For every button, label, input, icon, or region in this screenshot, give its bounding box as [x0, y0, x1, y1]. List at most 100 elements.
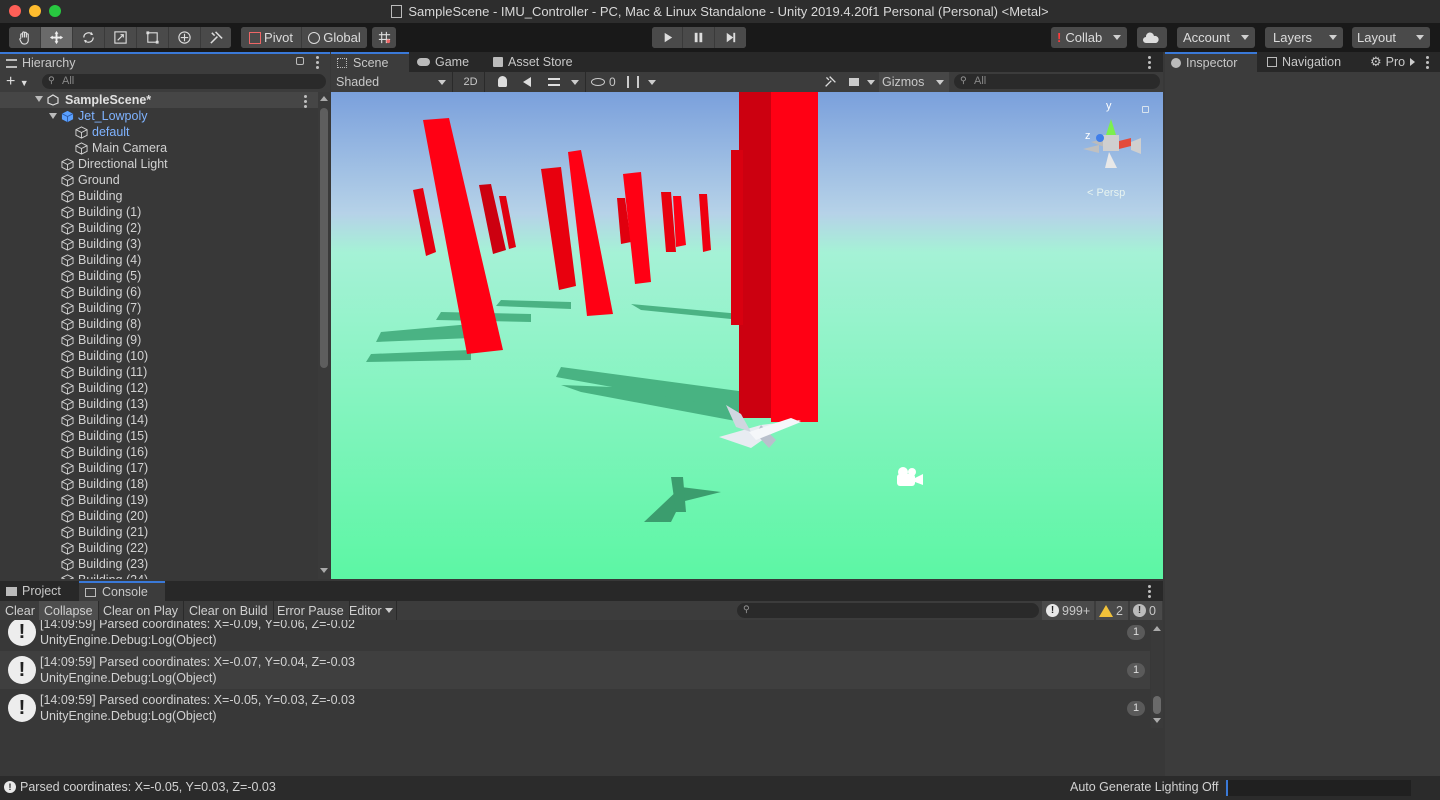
hierarchy-item[interactable]: Building (14): [61, 412, 148, 428]
collapse-toggle[interactable]: Collapse: [39, 601, 99, 620]
scroll-down-icon[interactable]: [1153, 718, 1161, 723]
inspector-menu-icon[interactable]: [1426, 56, 1429, 71]
chevron-right-icon[interactable]: [1410, 58, 1415, 66]
custom-tool-button[interactable]: [201, 27, 231, 48]
account-dropdown[interactable]: Account: [1177, 27, 1255, 48]
maximize-window-button[interactable]: [49, 5, 61, 17]
move-tool-button[interactable]: [41, 27, 73, 48]
scale-tool-button[interactable]: [105, 27, 137, 48]
scene-header-row[interactable]: SampleScene*: [0, 92, 318, 108]
pivot-toggle[interactable]: Pivot: [241, 27, 302, 48]
hierarchy-item[interactable]: Building (18): [61, 476, 148, 492]
console-scrollbar[interactable]: [1151, 620, 1163, 728]
collab-dropdown[interactable]: ! Collab: [1051, 27, 1127, 48]
tab-asset-store[interactable]: Asset Store: [487, 52, 587, 72]
console-menu-icon[interactable]: [1148, 585, 1151, 600]
transform-tool-button[interactable]: [169, 27, 201, 48]
tab-game[interactable]: Game: [411, 52, 491, 72]
play-button[interactable]: [652, 27, 683, 48]
gizmo-lock-icon[interactable]: [1142, 106, 1149, 113]
minimize-window-button[interactable]: [29, 5, 41, 17]
hierarchy-item[interactable]: Building (22): [61, 540, 148, 556]
hierarchy-item[interactable]: Building (16): [61, 444, 148, 460]
hierarchy-item[interactable]: Building (21): [61, 524, 148, 540]
hierarchy-item[interactable]: Building (17): [61, 460, 148, 476]
scroll-up-icon[interactable]: [320, 96, 328, 101]
editor-dropdown[interactable]: Editor: [344, 601, 397, 620]
clear-on-build-toggle[interactable]: Clear on Build: [184, 601, 274, 620]
hierarchy-item[interactable]: Building (7): [61, 300, 141, 316]
scene-menu-icon[interactable]: [1148, 56, 1151, 71]
tab-hierarchy[interactable]: Hierarchy: [0, 52, 330, 72]
close-window-button[interactable]: [9, 5, 21, 17]
grid-toggle[interactable]: [623, 72, 659, 92]
hierarchy-scroll-thumb[interactable]: [320, 108, 328, 368]
hierarchy-item[interactable]: Building (19): [61, 492, 148, 508]
cloud-button[interactable]: [1137, 27, 1167, 48]
tab-inspector[interactable]: Inspector: [1165, 52, 1257, 72]
status-message[interactable]: Parsed coordinates: X=-0.05, Y=0.03, Z=-…: [20, 780, 276, 794]
hierarchy-item[interactable]: Building (23): [61, 556, 148, 572]
hierarchy-item[interactable]: Building (12): [61, 380, 148, 396]
scene-camera-dropdown[interactable]: [845, 72, 879, 92]
hierarchy-item[interactable]: Building (6): [61, 284, 141, 300]
hierarchy-item[interactable]: Building (9): [61, 332, 141, 348]
scene-effects-toggle[interactable]: [543, 72, 581, 92]
error-pause-toggle[interactable]: Error Pause: [272, 601, 350, 620]
clear-button[interactable]: Clear: [0, 601, 41, 620]
hierarchy-item[interactable]: Main Camera: [75, 140, 167, 156]
rotate-tool-button[interactable]: [73, 27, 105, 48]
hierarchy-item[interactable]: default: [75, 124, 130, 140]
hierarchy-item[interactable]: Building (20): [61, 508, 148, 524]
scene-audio-toggle[interactable]: [517, 72, 541, 92]
step-button[interactable]: [715, 27, 746, 48]
hand-tool-button[interactable]: [9, 27, 41, 48]
hierarchy-item[interactable]: Ground: [61, 172, 120, 188]
hierarchy-item[interactable]: Building (13): [61, 396, 148, 412]
hierarchy-scrollbar[interactable]: [318, 92, 330, 579]
pause-button[interactable]: [683, 27, 715, 48]
tab-navigation[interactable]: Navigation: [1261, 52, 1365, 72]
create-button[interactable]: + ▼: [6, 73, 29, 91]
layers-dropdown[interactable]: Layers: [1265, 27, 1343, 48]
info-filter-toggle[interactable]: ! 999+: [1042, 601, 1094, 620]
tab-console[interactable]: Console: [79, 581, 165, 601]
hierarchy-item[interactable]: Jet_Lowpoly: [49, 108, 148, 124]
hierarchy-menu-icon[interactable]: [316, 56, 319, 71]
hierarchy-item[interactable]: Building (5): [61, 268, 141, 284]
shading-mode-dropdown[interactable]: Shaded: [331, 72, 453, 92]
perspective-label[interactable]: < Persp: [1087, 187, 1125, 199]
foldout-arrow-icon[interactable]: [49, 113, 57, 119]
tab-project-settings[interactable]: ⚙ Pro: [1364, 52, 1424, 72]
scene-tools-button[interactable]: [819, 72, 843, 92]
hierarchy-item[interactable]: Directional Light: [61, 156, 168, 172]
scene-menu-icon[interactable]: [304, 95, 307, 110]
hierarchy-item[interactable]: Building: [61, 188, 122, 204]
log-entry[interactable]: ! [14:09:59] Parsed coordinates: X=-0.05…: [0, 689, 1150, 727]
error-filter-toggle[interactable]: ! 0: [1130, 601, 1162, 620]
console-scroll-thumb[interactable]: [1153, 696, 1161, 714]
hierarchy-item[interactable]: Building (2): [61, 220, 141, 236]
scene-search-input[interactable]: ⚲ All: [954, 74, 1160, 89]
hierarchy-item[interactable]: Building (4): [61, 252, 141, 268]
hierarchy-item[interactable]: Building (11): [61, 364, 147, 380]
scroll-down-icon[interactable]: [320, 568, 328, 573]
global-toggle[interactable]: Global: [302, 27, 367, 48]
console-search-input[interactable]: ⚲: [737, 603, 1039, 618]
lock-icon[interactable]: [296, 57, 304, 65]
log-entry[interactable]: ! [14:09:59] Parsed coordinates: X=-0.07…: [0, 651, 1150, 689]
rect-tool-button[interactable]: [137, 27, 169, 48]
hierarchy-item[interactable]: Building (1): [61, 204, 141, 220]
hierarchy-item[interactable]: Building (8): [61, 316, 141, 332]
hierarchy-item[interactable]: Building (15): [61, 428, 148, 444]
clear-on-play-toggle[interactable]: Clear on Play: [98, 601, 185, 620]
tab-scene[interactable]: Scene: [331, 52, 409, 72]
hierarchy-item[interactable]: Building (3): [61, 236, 141, 252]
hierarchy-item[interactable]: Building (10): [61, 348, 148, 364]
scene-viewport[interactable]: y z < Persp: [331, 92, 1163, 579]
gizmos-dropdown[interactable]: Gizmos: [879, 72, 949, 92]
hierarchy-item[interactable]: Building (24): [61, 572, 148, 579]
log-entry[interactable]: ! [14:09:59] Parsed coordinates: X=-0.09…: [0, 620, 1150, 651]
grid-snap-button[interactable]: [372, 27, 396, 48]
scroll-up-icon[interactable]: [1153, 626, 1161, 631]
